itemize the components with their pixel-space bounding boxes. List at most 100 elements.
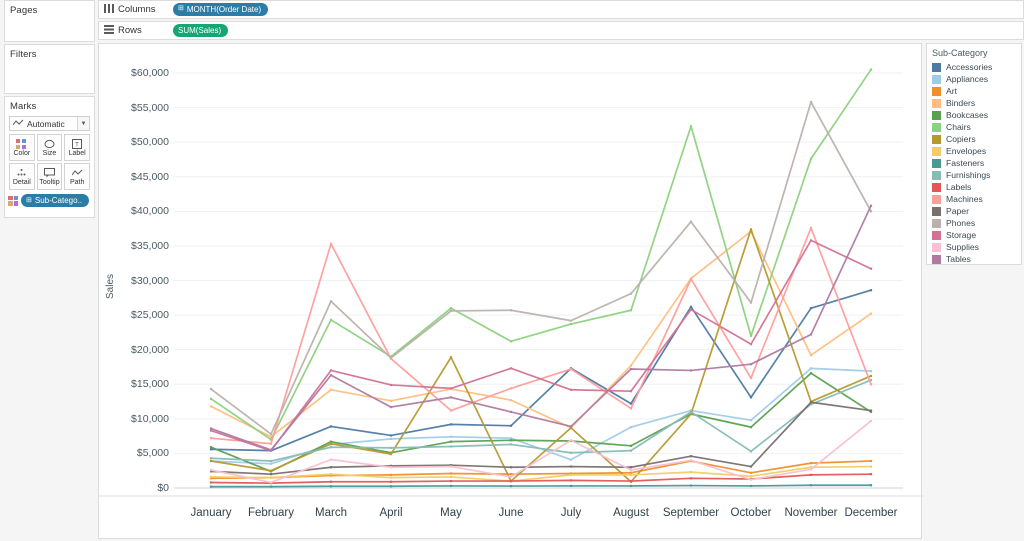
legend-item[interactable]: Chairs	[932, 121, 1016, 133]
legend-item[interactable]: Bookcases	[932, 109, 1016, 121]
data-point	[509, 473, 513, 476]
columns-pill-label: MONTH(Order Date)	[186, 4, 262, 14]
x-axis-tick-label: October	[730, 507, 772, 519]
data-point	[689, 470, 693, 474]
legend-item[interactable]: Appliances	[932, 73, 1016, 85]
data-point	[869, 312, 873, 315]
legend-item[interactable]: Art	[932, 85, 1016, 97]
data-point	[449, 472, 453, 475]
legend-item-label: Binders	[946, 98, 976, 108]
legend-item[interactable]: Binders	[932, 97, 1016, 109]
legend-item-label: Tables	[946, 254, 971, 264]
data-point	[629, 471, 633, 474]
data-point	[569, 458, 573, 461]
data-point	[869, 484, 873, 487]
label-button[interactable]: T Label	[64, 134, 90, 161]
legend-swatch-icon	[932, 134, 941, 144]
color-button[interactable]: Color	[9, 134, 35, 161]
data-point	[869, 459, 873, 463]
data-point	[269, 476, 273, 479]
data-point	[209, 457, 213, 460]
legend-item-label: Labels	[946, 182, 972, 192]
data-point	[809, 462, 813, 465]
legend-item[interactable]: Labels	[932, 181, 1016, 193]
data-point	[629, 390, 633, 393]
data-point	[209, 405, 213, 408]
date-part-icon: ⊞	[178, 5, 184, 13]
data-point	[809, 367, 813, 370]
legend-item[interactable]: Fasteners	[932, 157, 1016, 169]
plot-area: Sales $0 $5,000 $10,000 $15,000 $20,000 $25,0…	[99, 44, 923, 540]
data-point	[269, 448, 273, 452]
legend-item[interactable]: Furnishings	[932, 169, 1016, 181]
data-point	[569, 322, 573, 326]
left-panel: Pages Filters Marks Automatic ▼ Color Si…	[0, 0, 95, 541]
data-point	[449, 309, 453, 313]
legend-item-label: Phones	[946, 218, 976, 228]
x-axis-tick-label: December	[844, 507, 898, 519]
legend-item[interactable]: Envelopes	[932, 145, 1016, 157]
legend-item[interactable]: Machines	[932, 193, 1016, 205]
legend-item[interactable]: Storage	[932, 229, 1016, 241]
data-point	[449, 465, 453, 468]
data-point	[449, 423, 453, 426]
data-point	[449, 475, 453, 479]
legend-item[interactable]: Accessories	[932, 61, 1016, 73]
pages-card[interactable]: Pages	[4, 0, 95, 42]
path-button[interactable]: Path	[64, 163, 90, 190]
data-point	[269, 459, 273, 463]
data-point	[629, 473, 633, 476]
data-point	[389, 446, 393, 449]
data-point	[809, 157, 813, 160]
data-point	[809, 239, 813, 242]
detail-button[interactable]: Detail	[9, 163, 35, 190]
columns-pill-month-order-date[interactable]: ⊞ MONTH(Order Date)	[173, 2, 269, 17]
data-point	[869, 465, 873, 468]
data-point	[509, 424, 513, 427]
tooltip-button[interactable]: Tooltip	[36, 163, 63, 190]
filters-card[interactable]: Filters	[4, 44, 95, 94]
data-point	[569, 451, 573, 454]
data-point	[569, 479, 573, 482]
mark-type-dropdown[interactable]: Automatic ▼	[9, 116, 90, 131]
legend-item[interactable]: Supplies	[932, 241, 1016, 253]
legend-item[interactable]: Paper	[932, 205, 1016, 217]
data-point	[689, 305, 693, 308]
legend-item[interactable]: Phones	[932, 217, 1016, 229]
detail-button-label: Detail	[12, 178, 31, 186]
color-palette-icon	[16, 138, 27, 149]
data-point	[449, 435, 453, 438]
data-point	[269, 432, 273, 436]
chevron-down-icon[interactable]: ▼	[77, 117, 89, 130]
data-point	[689, 477, 693, 480]
data-point	[329, 425, 333, 428]
data-point	[209, 429, 213, 432]
data-point	[269, 469, 273, 472]
color-legend[interactable]: Sub-Category Accessories Appliances Art Bin…	[926, 43, 1022, 265]
size-icon	[44, 139, 55, 149]
data-point	[569, 367, 573, 371]
pages-card-title: Pages	[10, 5, 38, 16]
data-point	[269, 442, 273, 445]
marks-card[interactable]: Marks Automatic ▼ Color Size T Label Det…	[4, 96, 95, 218]
rows-pill-sum-sales[interactable]: SUM(Sales)	[173, 23, 229, 38]
sub-category-color-pill[interactable]: ⊞ Sub-Catego..	[21, 194, 90, 208]
legend-swatch-icon	[932, 62, 941, 72]
rows-label-text: Rows	[118, 25, 142, 36]
data-point	[809, 473, 813, 476]
path-button-label: Path	[69, 178, 85, 186]
columns-shelf[interactable]: Columns ⊞ MONTH(Order Date)	[98, 0, 1024, 19]
data-point	[509, 439, 513, 442]
data-point	[809, 468, 813, 471]
data-point	[209, 437, 213, 440]
data-point	[809, 226, 813, 230]
legend-item-label: Fasteners	[946, 158, 985, 168]
size-button[interactable]: Size	[36, 134, 63, 161]
data-point	[749, 334, 753, 337]
legend-item[interactable]: Copiers	[932, 133, 1016, 145]
legend-item[interactable]: Tables	[932, 253, 1016, 265]
data-point	[209, 397, 213, 400]
data-point	[869, 419, 873, 423]
line-chart-svg[interactable]	[99, 44, 923, 540]
rows-shelf[interactable]: Rows SUM(Sales)	[98, 21, 1024, 40]
